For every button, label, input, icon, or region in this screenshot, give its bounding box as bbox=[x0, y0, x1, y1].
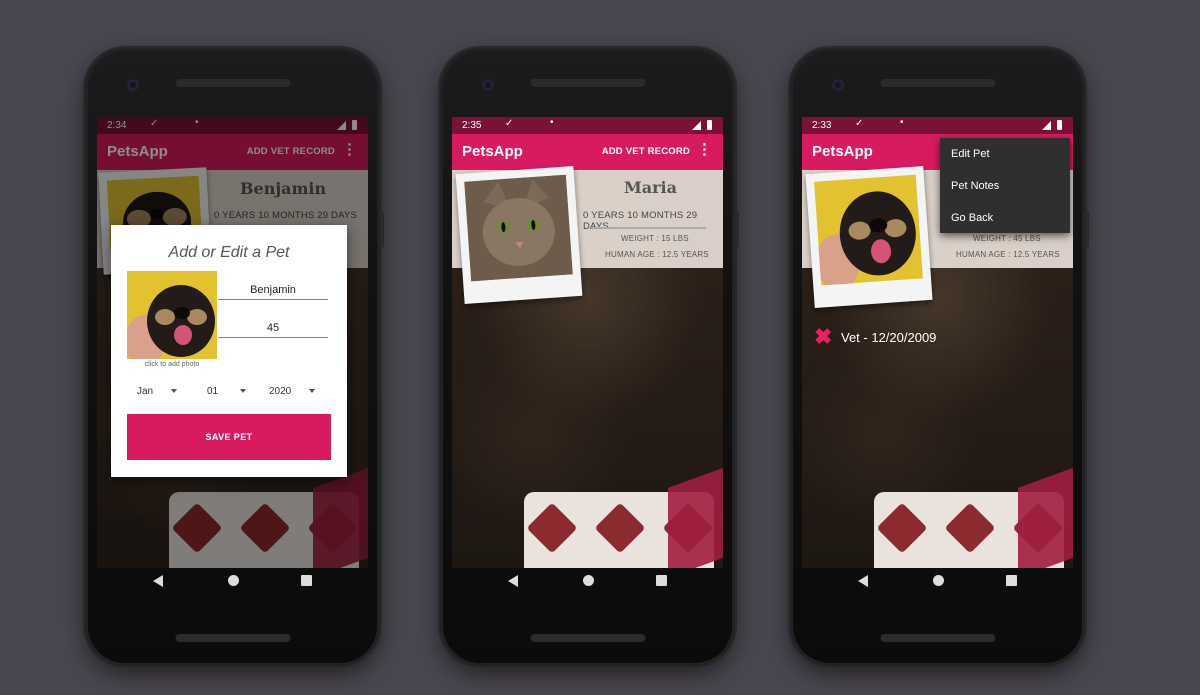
pet-weight: WEIGHT : 15 LBS bbox=[621, 234, 689, 243]
edit-pet-dialog: Add or Edit a Pet click to add photo Ben… bbox=[111, 225, 347, 477]
notification-dot-icon: • bbox=[900, 117, 904, 128]
pet-weight: WEIGHT : 45 LBS bbox=[973, 234, 1041, 243]
app-title: PetsApp bbox=[462, 143, 523, 160]
battery-icon bbox=[1057, 120, 1062, 130]
status-time: 2:33 bbox=[812, 120, 832, 131]
dialog-title: Add or Edit a Pet bbox=[168, 244, 290, 261]
day-select[interactable]: 01 bbox=[207, 386, 247, 397]
pet-photo-frame[interactable] bbox=[455, 166, 583, 304]
status-time: 2:35 bbox=[462, 120, 482, 131]
screen: 2:34 ✓ • PetsApp ADD VET RECORD ⋮ Benjam… bbox=[97, 117, 368, 568]
pet-human-age: HUMAN AGE : 12.5 YEARS bbox=[605, 250, 709, 259]
vet-record-label: Vet - 12/20/2009 bbox=[841, 330, 937, 345]
signal-icon bbox=[692, 121, 701, 130]
back-icon[interactable] bbox=[858, 575, 868, 587]
battery-icon bbox=[707, 120, 712, 130]
home-icon[interactable] bbox=[933, 575, 944, 586]
status-bar: 2:35 ✓ • bbox=[452, 117, 723, 134]
menu-item-go-back[interactable]: Go Back bbox=[951, 212, 993, 224]
app-bar: PetsApp ADD VET RECORD ⋮ bbox=[452, 134, 723, 170]
notification-dot-icon: • bbox=[550, 117, 554, 128]
earpiece-speaker bbox=[530, 79, 645, 87]
dog-photo-picker[interactable] bbox=[127, 271, 217, 359]
menu-item-edit-pet[interactable]: Edit Pet bbox=[951, 148, 990, 160]
back-icon[interactable] bbox=[508, 575, 518, 587]
download-done-icon: ✓ bbox=[855, 118, 864, 129]
phone-2: 2:35 ✓ • PetsApp ADD VET RECORD ⋮ Maria … bbox=[440, 48, 739, 666]
front-camera bbox=[832, 79, 844, 91]
back-icon[interactable] bbox=[153, 575, 163, 587]
dropdown-arrow-icon bbox=[171, 389, 178, 394]
menu-item-pet-notes[interactable]: Pet Notes bbox=[951, 180, 999, 192]
overflow-menu-icon[interactable]: ⋮ bbox=[697, 142, 712, 157]
bottom-speaker bbox=[880, 634, 995, 642]
overflow-menu: Edit Pet Pet Notes Go Back bbox=[940, 138, 1070, 233]
phone-1: 2:34 ✓ • PetsApp ADD VET RECORD ⋮ Benjam… bbox=[85, 48, 384, 666]
pet-name: Maria bbox=[624, 178, 677, 197]
front-camera bbox=[127, 79, 139, 91]
add-photo-caption: click to add photo bbox=[144, 361, 200, 368]
add-vet-record-button[interactable]: ADD VET RECORD bbox=[602, 146, 690, 157]
pet-photo-frame[interactable] bbox=[805, 166, 933, 308]
home-icon[interactable] bbox=[583, 575, 594, 586]
app-title: PetsApp bbox=[812, 143, 873, 160]
earpiece-speaker bbox=[175, 79, 290, 87]
system-nav-bar bbox=[452, 568, 723, 598]
pet-human-age: HUMAN AGE : 12.5 YEARS bbox=[956, 250, 1060, 259]
status-bar: 2:33 ✓ • bbox=[802, 117, 1073, 134]
dropdown-arrow-icon bbox=[309, 389, 316, 394]
screen: 2:33 ✓ • PetsApp WEIGHT : 45 LBS HUMAN A… bbox=[802, 117, 1073, 568]
earpiece-speaker bbox=[880, 79, 995, 87]
cat-photo bbox=[464, 174, 573, 282]
bottom-speaker bbox=[175, 634, 290, 642]
month-select[interactable]: Jan bbox=[137, 386, 178, 397]
signal-icon bbox=[1042, 121, 1051, 130]
screen: 2:35 ✓ • PetsApp ADD VET RECORD ⋮ Maria … bbox=[452, 117, 723, 568]
recents-icon[interactable] bbox=[656, 575, 667, 586]
download-done-icon: ✓ bbox=[505, 118, 514, 129]
pet-header: Maria 0 YEARS 10 MONTHS 29 DAYS WEIGHT :… bbox=[452, 166, 723, 304]
phone-3: 2:33 ✓ • PetsApp WEIGHT : 45 LBS HUMAN A… bbox=[790, 48, 1089, 666]
system-nav-bar bbox=[97, 568, 368, 598]
home-icon[interactable] bbox=[228, 575, 239, 586]
pet-name-input[interactable]: Benjamin bbox=[218, 284, 328, 300]
pet-weight-input[interactable]: 45 bbox=[218, 322, 328, 338]
system-nav-bar bbox=[802, 568, 1073, 598]
bottom-speaker bbox=[530, 634, 645, 642]
front-camera bbox=[482, 79, 494, 91]
recents-icon[interactable] bbox=[301, 575, 312, 586]
dropdown-arrow-icon bbox=[240, 389, 247, 394]
recents-icon[interactable] bbox=[1006, 575, 1017, 586]
year-select[interactable]: 2020 bbox=[269, 386, 316, 397]
save-pet-button[interactable]: SAVE PET bbox=[127, 414, 331, 460]
dog-photo bbox=[814, 174, 924, 286]
delete-record-icon[interactable]: ✖ bbox=[814, 326, 832, 348]
